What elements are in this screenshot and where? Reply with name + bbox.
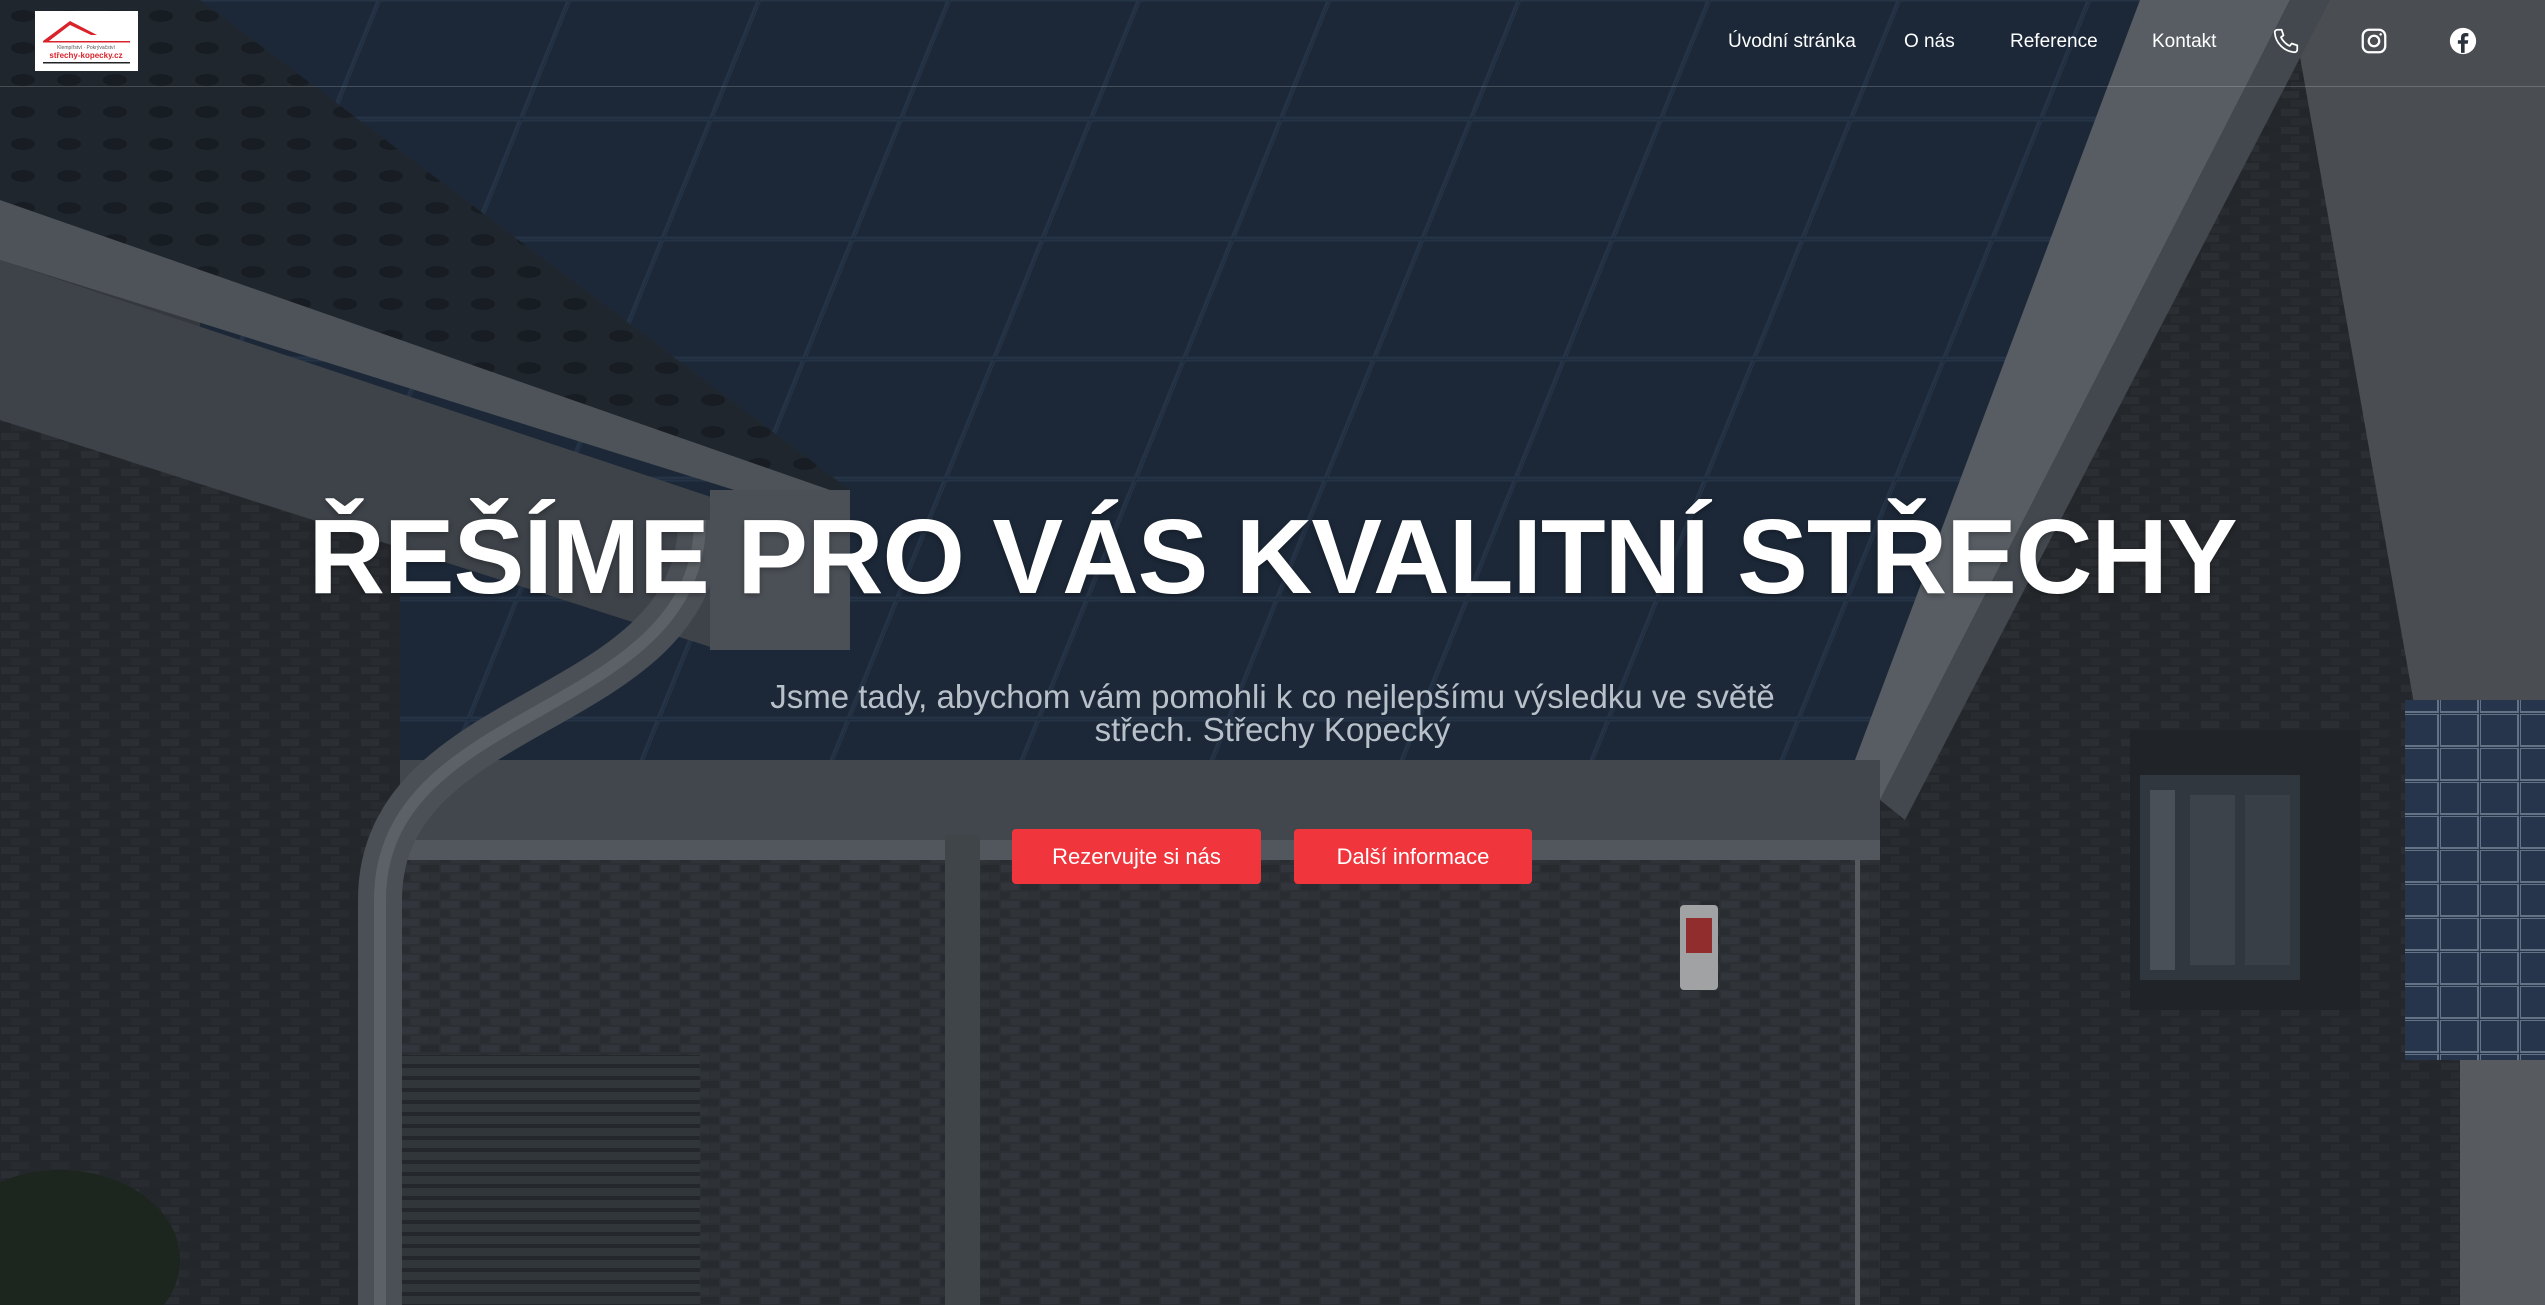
hero-subtitle: Jsme tady, abychom vám pomohli k co nejl…	[770, 678, 1775, 748]
nav-link-home[interactable]: Úvodní stránka	[1728, 28, 1856, 56]
top-navigation-bar: Klempířství · Pokrývačství střechy-kopec…	[0, 0, 2545, 87]
nav-link-about[interactable]: O nás	[1904, 28, 1955, 56]
more-info-button[interactable]: Další informace	[1294, 829, 1532, 884]
site-logo[interactable]: Klempířství · Pokrývačství střechy-kopec…	[35, 11, 138, 71]
hero-headline: ŘEŠÍME PRO VÁS KVALITNÍ STŘECHY	[308, 498, 2237, 616]
nav-link-references[interactable]: Reference	[2010, 28, 2098, 56]
book-us-button[interactable]: Rezervujte si nás	[1012, 829, 1261, 884]
facebook-icon[interactable]	[2448, 26, 2478, 56]
logo-wordmark: střechy-kopecky.cz	[49, 51, 122, 60]
hero-background-image	[0, 0, 2545, 1305]
hero-section	[0, 0, 2545, 1305]
phone-icon[interactable]	[2271, 26, 2301, 56]
nav-link-contact[interactable]: Kontakt	[2152, 28, 2216, 56]
instagram-icon[interactable]	[2359, 26, 2389, 56]
logo-house-icon: Klempířství · Pokrývačství střechy-kopec…	[43, 21, 130, 64]
